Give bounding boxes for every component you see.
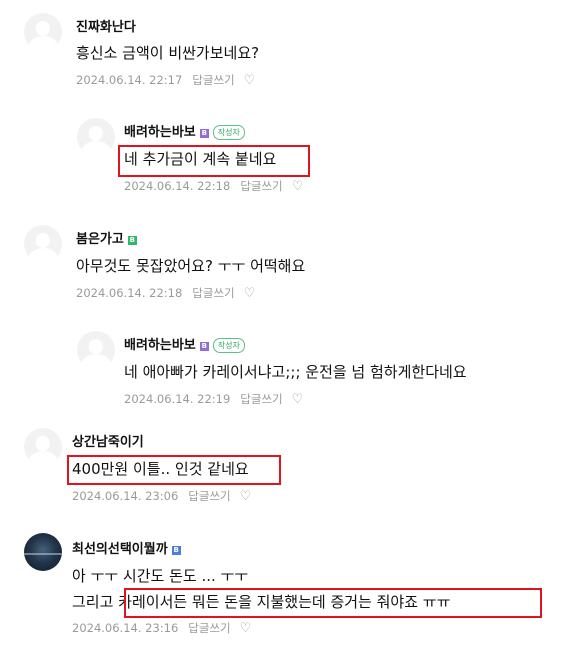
comment-date: 2024.06.14. 23:16 [72,621,179,635]
comment-nickname[interactable]: 배려하는바보 B 작성자 [124,121,245,140]
highlight-box [124,588,542,618]
author-badge: 작성자 [212,338,245,353]
comment-nickname[interactable]: 상간남죽이기 [72,431,144,450]
comment-date: 2024.06.14. 22:19 [124,392,231,406]
default-avatar-icon[interactable] [24,225,62,263]
comment-text: 흥신소 금액이 비싼가보네요? [76,44,260,62]
level-badge-icon: B [171,546,181,555]
heart-icon[interactable]: ♡ [244,73,256,88]
comment-meta: 2024.06.14. 23:06 답글쓰기 ♡ [72,488,251,504]
highlight-box [118,145,310,177]
author-badge: 작성자 [212,125,245,140]
heart-icon[interactable]: ♡ [240,489,252,504]
comment-date: 2024.06.14. 22:18 [76,286,183,300]
comment-text: 아무것도 못잡았어요? ㅜㅜ 어떡해요 [76,257,306,275]
default-avatar-icon[interactable] [77,118,115,156]
comment-nickname[interactable]: 진짜화난다 [76,16,136,35]
reply-button[interactable]: 답글쓰기 [240,179,282,193]
comment-date: 2024.06.14. 22:17 [76,73,183,87]
reply-button[interactable]: 답글쓰기 [192,73,234,87]
comment-meta: 2024.06.14. 22:18 답글쓰기 ♡ [76,285,255,301]
reply-button[interactable]: 답글쓰기 [192,286,234,300]
level-badge-icon: B [127,236,137,245]
comment-meta: 2024.06.14. 22:17 답글쓰기 ♡ [76,72,255,88]
heart-icon[interactable]: ♡ [240,621,252,636]
default-avatar-icon[interactable] [77,331,115,369]
comment-text: 아 ㅜㅜ 시간도 돈도 ... ㅜㅜ [72,567,249,585]
default-avatar-icon[interactable] [24,428,62,466]
heart-icon[interactable]: ♡ [292,179,304,194]
level-badge-icon: B [199,129,209,138]
heart-icon[interactable]: ♡ [244,286,256,301]
reply-button[interactable]: 답글쓰기 [188,489,230,503]
comment-nickname[interactable]: 배려하는바보 B 작성자 [124,334,245,353]
comment-date: 2024.06.14. 22:18 [124,179,231,193]
highlight-box [67,455,281,485]
comment-date: 2024.06.14. 23:06 [72,489,179,503]
level-badge-icon: B [199,342,209,351]
reply-button[interactable]: 답글쓰기 [240,392,282,406]
profile-photo-avatar[interactable] [24,533,62,571]
default-avatar-icon[interactable] [24,13,62,51]
heart-icon[interactable]: ♡ [292,392,304,407]
comment-nickname[interactable]: 봄은가고 B [76,228,137,247]
comment-nickname[interactable]: 최선의선택이뭘까 B [72,538,181,557]
comment-meta: 2024.06.14. 22:18 답글쓰기 ♡ [124,178,303,194]
comment-meta: 2024.06.14. 23:16 답글쓰기 ♡ [72,620,251,636]
comment-text: 네 애아빠가 카레이서냐고;;; 운전을 넘 험하게한다네요 [124,363,467,381]
reply-button[interactable]: 답글쓰기 [188,621,230,635]
comment-meta: 2024.06.14. 22:19 답글쓰기 ♡ [124,391,303,407]
